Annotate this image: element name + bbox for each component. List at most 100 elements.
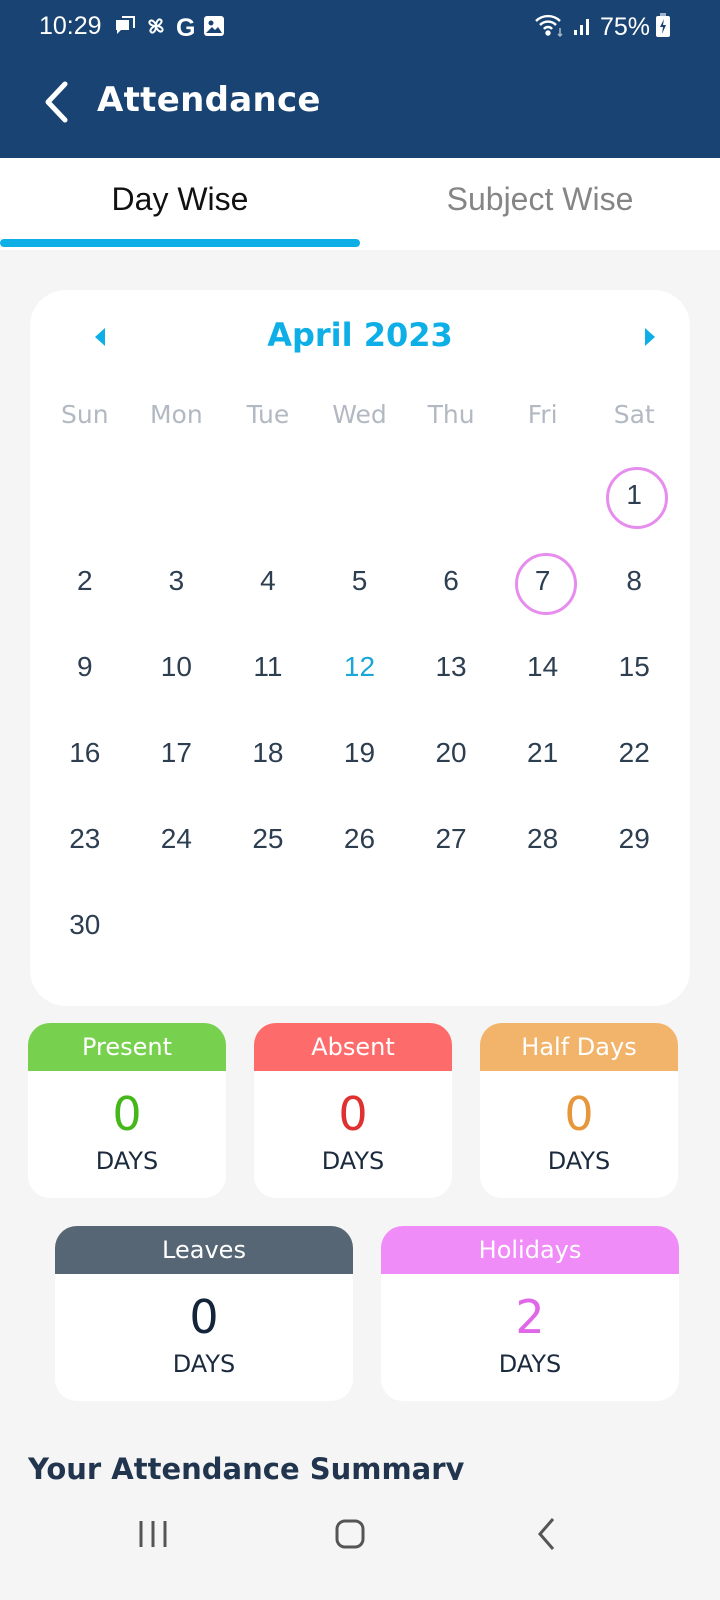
status-bar: 10:29 G 75% — [0, 0, 720, 54]
calendar-day[interactable]: 23 — [39, 796, 131, 882]
calendar-day[interactable]: 6 — [405, 538, 497, 624]
calendar-day-number: 8 — [626, 565, 642, 596]
system-back-button[interactable] — [507, 1504, 587, 1564]
weekday-label: Sun — [61, 400, 109, 429]
stat-card-leaves: Leaves 0 DAYS — [55, 1226, 353, 1401]
tab-indicator — [0, 239, 360, 247]
notification-icons: G — [114, 14, 225, 43]
calendar-empty-cell — [39, 452, 131, 538]
calendar-empty-cell — [497, 452, 589, 538]
app-header: 10:29 G 75% Attendance — [0, 0, 720, 158]
stat-card-value: 0 — [564, 1087, 594, 1141]
calendar-day[interactable]: 26 — [314, 796, 406, 882]
calendar-day[interactable]: 3 — [131, 538, 223, 624]
calendar-day-today[interactable]: 12 — [314, 624, 406, 710]
calendar-day-holiday[interactable]: 1 — [588, 452, 680, 538]
stat-card-value: 0 — [189, 1290, 219, 1344]
calendar-day[interactable]: 27 — [405, 796, 497, 882]
calendar-empty-cell — [314, 452, 406, 538]
calendar-day[interactable]: 5 — [314, 538, 406, 624]
calendar-day-number: 2 — [76, 565, 93, 596]
calendar-day[interactable]: 24 — [131, 796, 223, 882]
calendar-day[interactable]: 29 — [588, 796, 680, 882]
calendar-day[interactable]: 15 — [588, 624, 680, 710]
battery-percent: 75% — [599, 13, 650, 41]
calendar-day-number: 4 — [260, 565, 276, 596]
calendar-day[interactable]: 2 — [39, 538, 131, 624]
battery-charging-icon — [656, 13, 670, 42]
calendar-day[interactable]: 16 — [39, 710, 131, 796]
calendar-days-grid: 1 2 3 4 5 6 7 8 9 10 11 12 13 14 15 16 17 18 19 20 21 22 23 24 2… — [39, 452, 680, 968]
calendar-day[interactable]: 28 — [497, 796, 589, 882]
toolbar: Attendance — [0, 58, 720, 148]
weekday-label: Tue — [246, 400, 290, 429]
calendar-day[interactable]: 20 — [405, 710, 497, 796]
calendar-day-number: 3 — [168, 565, 185, 596]
calendar-day-number: 29 — [618, 823, 650, 854]
stat-card-unit: DAYS — [547, 1147, 611, 1175]
attendance-summary-heading: Your Attendance Summary — [28, 1452, 465, 1482]
recent-apps-icon — [139, 1521, 167, 1547]
calendar-day-number: 13 — [435, 651, 467, 682]
tab-subject-wise[interactable]: Subject Wise — [360, 158, 720, 250]
calendar-day-number: 26 — [343, 823, 376, 854]
stat-card-unit: DAYS — [95, 1147, 159, 1175]
calendar-day-number: 30 — [69, 909, 101, 940]
chat-icon — [114, 15, 136, 42]
calendar-day-number: 25 — [252, 823, 284, 854]
system-icons: 75% — [534, 12, 670, 43]
calendar-day[interactable]: 30 — [39, 882, 131, 968]
stat-card-holidays: Holidays 2 DAYS — [381, 1226, 679, 1401]
back-button[interactable] — [36, 78, 76, 126]
tab-day-wise[interactable]: Day Wise — [0, 158, 360, 250]
calendar-day[interactable]: 25 — [222, 796, 314, 882]
calendar-day[interactable]: 22 — [588, 710, 680, 796]
stat-card-header: Holidays — [381, 1226, 679, 1274]
calendar-day-number: 23 — [69, 823, 101, 854]
home-button[interactable] — [310, 1504, 390, 1564]
calendar-day[interactable]: 21 — [497, 710, 589, 796]
home-icon — [335, 1519, 365, 1549]
calendar-day[interactable]: 4 — [222, 538, 314, 624]
triangle-right-icon — [645, 328, 655, 346]
calendar-card: April 2023 Sun Mon Tue Wed Thu Fri Sat 1… — [30, 290, 690, 1006]
calendar-day[interactable]: 9 — [39, 624, 131, 710]
weekday-label: Fri — [527, 400, 558, 429]
pinwheel-icon — [144, 14, 168, 43]
calendar-empty-cell — [405, 452, 497, 538]
weekday-label: Mon — [149, 400, 203, 429]
calendar-day-number: 5 — [351, 565, 368, 596]
stat-card-header: Present — [28, 1023, 226, 1071]
system-navigation-bar — [0, 1480, 720, 1600]
calendar-day[interactable]: 11 — [222, 624, 314, 710]
calendar-day-number: 17 — [160, 737, 192, 768]
calendar-day-number: 22 — [618, 737, 650, 768]
calendar-day-number: 9 — [76, 651, 93, 682]
calendar-day-holiday[interactable]: 7 — [497, 538, 589, 624]
calendar-day[interactable]: 8 — [588, 538, 680, 624]
calendar-day-number: 28 — [527, 823, 559, 854]
calendar-day-number: 24 — [160, 823, 192, 854]
calendar-day-number: 6 — [443, 565, 459, 596]
google-icon: G — [176, 14, 196, 42]
page-title: Attendance — [97, 80, 321, 120]
calendar-day[interactable]: 17 — [131, 710, 223, 796]
stat-card-value: 0 — [112, 1087, 142, 1141]
calendar-day-number: 21 — [527, 737, 559, 768]
calendar-day[interactable]: 10 — [131, 624, 223, 710]
calendar-day[interactable]: 13 — [405, 624, 497, 710]
weekday-label: Wed — [332, 400, 387, 429]
calendar-day-number: 14 — [527, 651, 559, 682]
calendar-day[interactable]: 14 — [497, 624, 589, 710]
calendar-day-number: 18 — [252, 737, 284, 768]
calendar-empty-cell — [131, 452, 223, 538]
gallery-icon — [203, 15, 225, 42]
calendar-empty-cell — [222, 452, 314, 538]
recent-apps-button[interactable] — [113, 1504, 193, 1564]
back-icon — [538, 1518, 555, 1550]
calendar-day[interactable]: 19 — [314, 710, 406, 796]
stat-card-header: Leaves — [55, 1226, 353, 1274]
weekday-label: Sat — [613, 400, 655, 429]
next-month-button[interactable] — [635, 322, 665, 352]
calendar-day[interactable]: 18 — [222, 710, 314, 796]
